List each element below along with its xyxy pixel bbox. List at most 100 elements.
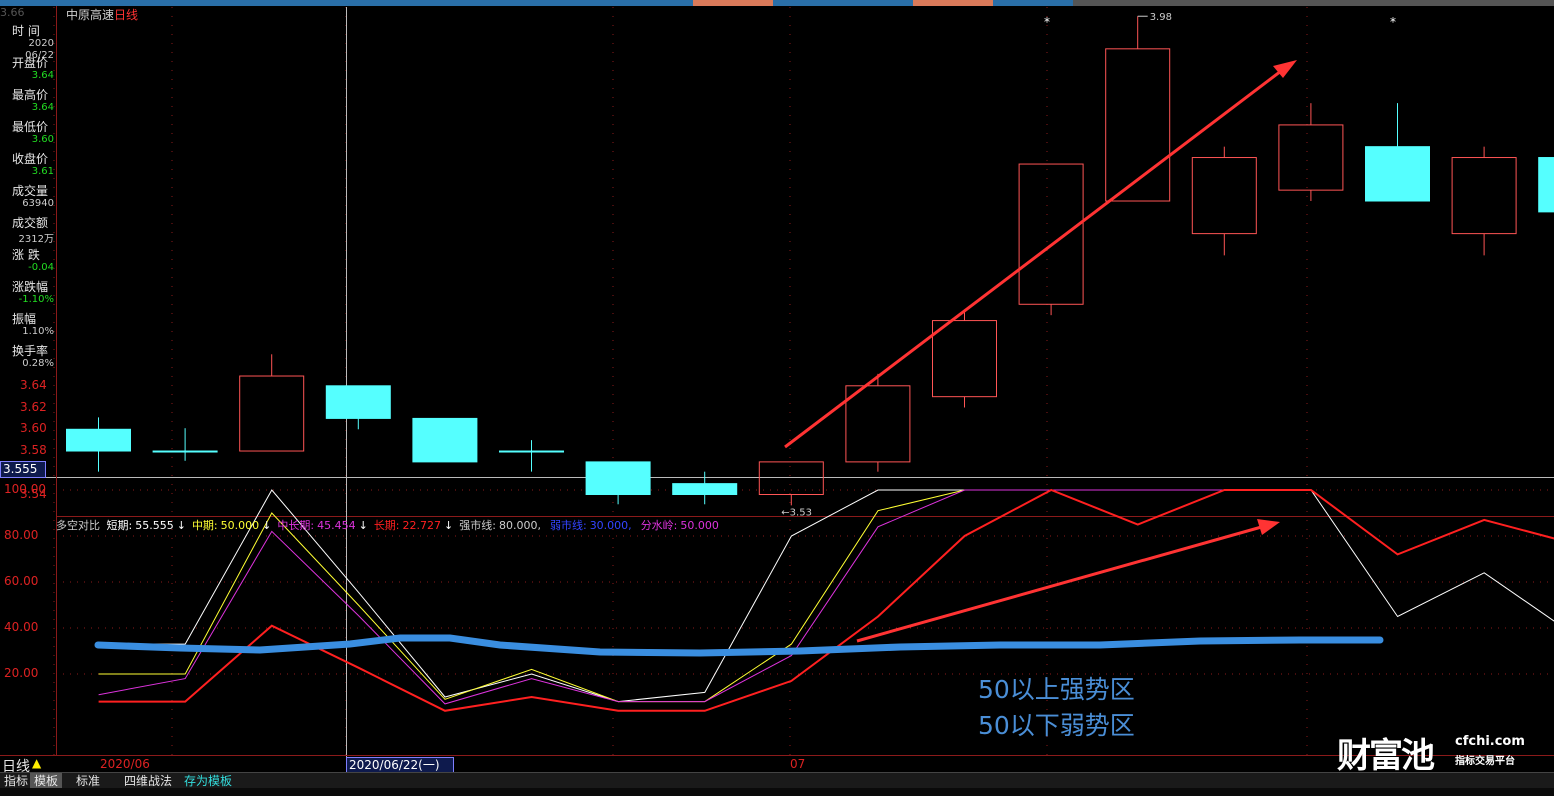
info-label: 收盘价 — [12, 152, 49, 166]
price-tick-label: 3.60 — [20, 421, 47, 436]
legend-item: 弱市线: 30.000, — [550, 519, 638, 532]
event-star-icon: * — [1044, 15, 1050, 29]
candle-body — [152, 450, 218, 453]
legend-label: 分水岭: — [640, 519, 678, 532]
tab-save-template[interactable]: 存为模板 — [180, 773, 236, 789]
chart-grid — [0, 7, 1554, 757]
candle-body — [1365, 146, 1430, 202]
date-tick-june: 2020/06 — [100, 757, 150, 771]
candle-body — [1538, 157, 1554, 213]
low-price-label: ←3.53 — [781, 507, 812, 518]
indicator-arrow-head — [1257, 519, 1280, 535]
watermark-url: cfchi.com — [1455, 734, 1525, 749]
candle-body — [1018, 163, 1084, 305]
info-value: 3.64 — [31, 102, 54, 113]
legend-item: 中长期: 45.454 ↓ — [277, 519, 370, 532]
tab-4d-strategy[interactable]: 四维战法 — [120, 773, 176, 789]
indicator-tick-label: 60.00 — [4, 574, 39, 588]
legend-label: 强市线: — [459, 519, 496, 532]
info-label: 涨 跌 — [12, 248, 40, 262]
legend-label: 中期: — [191, 519, 218, 532]
legend-value: 50.000 — [220, 519, 260, 532]
info-top-price: 3.66 — [0, 6, 25, 19]
indicator-axis: 100.00 80.00 60.00 40.00 20.00 — [0, 482, 57, 755]
legend-item: 短期: 55.555 ↓ — [107, 519, 189, 532]
weak-zone-annotation: 50以下弱势区 — [978, 711, 1135, 740]
info-panel: 3.66 时 间 2020 06/22 开盘价 3.64 最高价 3.64 最低价 3.60 收盘… — [0, 6, 57, 378]
info-value: -0.04 — [28, 262, 54, 273]
down-arrow-icon: ↓ — [176, 519, 186, 532]
info-label: 成交额 — [12, 216, 49, 230]
indicator-trend-arrow — [856, 524, 1266, 643]
legend-item: 分水岭: 50.000 — [641, 519, 725, 532]
chart-canvas: 3.98 ←3.53 * * — [0, 7, 1554, 757]
stock-title: 中原高速日线 — [66, 6, 138, 23]
indicator-tick-label: 40.00 — [4, 620, 39, 634]
candlestick-chart: 3.98 ←3.53 * * — [66, 12, 1554, 518]
candle-body — [325, 385, 391, 419]
price-tick-label: 3.58 — [20, 443, 47, 458]
legend-value: 22.727 — [402, 519, 442, 532]
info-label: 时 间 — [12, 24, 40, 38]
info-label: 换手率 — [12, 344, 49, 358]
down-arrow-icon: ↓ — [444, 519, 454, 532]
legend-item: 中期: 50.000 ↓ — [192, 519, 274, 532]
info-label: 最高价 — [12, 88, 49, 102]
legend-value: 45.454 — [317, 519, 356, 532]
info-value: 3.61 — [31, 166, 54, 177]
indicator-tick-label: 100.00 — [4, 482, 46, 496]
info-value: 0.28% — [22, 358, 54, 369]
price-trend-arrow — [784, 66, 1286, 449]
indicator-name: 多空对比 — [56, 519, 100, 532]
info-label: 开盘价 — [12, 56, 49, 70]
info-value: 3.60 — [31, 134, 54, 145]
candle-body — [672, 483, 738, 496]
tab-template[interactable]: 模板 — [30, 773, 63, 789]
strong-zone-annotation: 50以上强势区 — [978, 675, 1135, 704]
price-tick-label: 3.64 — [20, 377, 47, 392]
event-star-icon: * — [1390, 15, 1396, 29]
candle-body — [1451, 157, 1517, 235]
info-value: 2312万 — [18, 234, 54, 245]
info-value: 2020 — [28, 38, 54, 49]
crosshair-price-label: 3.555 — [0, 461, 46, 478]
status-bar — [0, 788, 1554, 796]
high-price-label: 3.98 — [1150, 12, 1172, 23]
legend-item: 长期: 22.727 ↓ — [374, 519, 456, 532]
info-label: 振幅 — [12, 312, 37, 326]
candle-body — [1278, 124, 1344, 191]
info-value: -1.10% — [18, 294, 54, 305]
tab-standard[interactable]: 标准 — [72, 773, 104, 789]
period-label: 日线 — [114, 8, 139, 22]
candle-body — [1191, 157, 1257, 235]
watershed-band — [94, 634, 1384, 657]
candle-body — [845, 385, 911, 463]
price-tick-label: 3.62 — [20, 399, 47, 414]
down-arrow-icon: ↓ — [262, 519, 272, 532]
expand-arrow-icon[interactable]: ▲ — [32, 756, 41, 770]
candle-body — [66, 428, 131, 452]
info-value: 3.64 — [31, 70, 54, 81]
watermark-subtitle: 指标交易平台 — [1455, 756, 1515, 767]
candle-body — [499, 450, 564, 453]
down-arrow-icon: ↓ — [358, 519, 368, 532]
date-axis: 日线 ▲ 2020/06 07 — [0, 755, 1554, 775]
info-value: 63940 — [22, 198, 54, 209]
info-value: 1.10% — [22, 326, 54, 337]
info-label: 涨跌幅 — [12, 280, 49, 294]
legend-value: 50.000 — [680, 519, 719, 532]
cfchi-watermark: 财富池 cfchi.com 指标交易平台 — [1337, 728, 1537, 776]
candle-body — [585, 461, 651, 496]
legend-value: 55.555 — [135, 519, 174, 532]
info-label: 最低价 — [12, 120, 49, 134]
candle-body — [239, 375, 305, 452]
indicator-tick-label: 80.00 — [4, 528, 39, 542]
legend-label: 中长期: — [277, 519, 315, 532]
tab-indicator[interactable]: 指标 — [0, 773, 32, 789]
stock-name: 中原高速 — [66, 8, 115, 22]
date-tick-july: 07 — [790, 757, 806, 771]
indicator-tick-label: 20.00 — [4, 666, 39, 680]
template-tab-bar: 指标 模板 标准 四维战法 存为模板 — [0, 772, 1554, 789]
candle-body — [932, 320, 997, 398]
indicator-legend: 多空对比 短期: 55.555 ↓ 中期: 50.000 ↓ 中长期: 45.454 ↓ 长期: 2… — [56, 517, 728, 533]
